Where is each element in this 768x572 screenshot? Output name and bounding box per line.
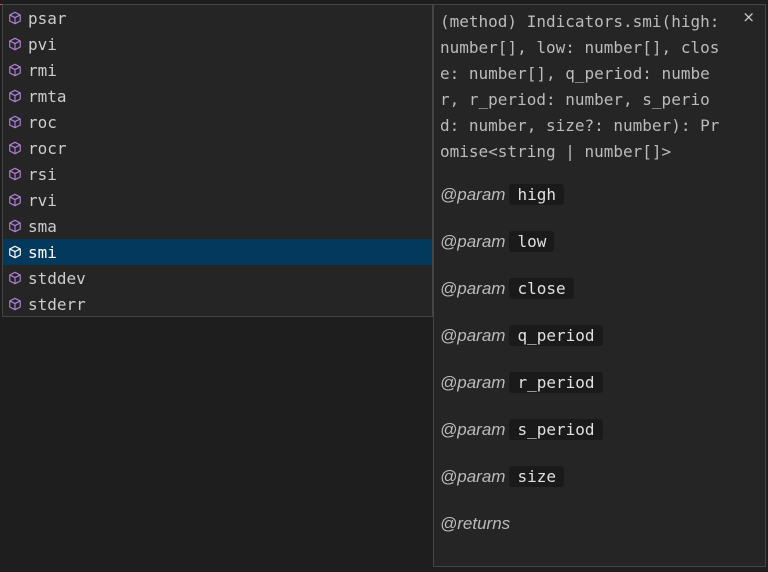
param-entry: @param s_period — [440, 406, 759, 453]
method-cube-icon — [7, 10, 23, 26]
param-name: s_period — [509, 419, 603, 440]
param-entry: @param size — [440, 453, 759, 500]
suggestion-list[interactable]: psar pvi rmi rmta roc rocr rsi rvi sma smi stddev s… — [2, 4, 433, 317]
method-cube-icon — [7, 114, 23, 130]
suggestion-details-panel: (method) Indicators.smi(high: number[], … — [433, 4, 766, 567]
suggestion-item[interactable]: rvi — [3, 187, 432, 213]
param-tag: @param — [440, 184, 506, 204]
suggestion-label: rmta — [28, 86, 67, 106]
param-entry: @param r_period — [440, 359, 759, 406]
suggestion-item[interactable]: smi — [3, 239, 432, 265]
returns-entry: @returns — [440, 500, 759, 547]
suggestion-item[interactable]: roc — [3, 109, 432, 135]
method-cube-icon — [7, 36, 23, 52]
param-entry: @param close — [440, 265, 759, 312]
method-cube-icon — [7, 244, 23, 260]
suggestion-label: stderr — [28, 294, 86, 314]
suggestion-item[interactable]: rocr — [3, 135, 432, 161]
suggestion-label: rocr — [28, 138, 67, 158]
suggestion-item[interactable]: rmta — [3, 83, 432, 109]
close-details-button[interactable]: × — [742, 8, 755, 26]
suggestion-item[interactable]: rmi — [3, 57, 432, 83]
method-cube-icon — [7, 192, 23, 208]
param-tag: @param — [440, 419, 506, 439]
param-name: close — [509, 278, 574, 299]
param-name: high — [509, 184, 564, 205]
param-entry: @param high — [440, 171, 759, 218]
suggestion-item[interactable]: psar — [3, 5, 432, 31]
method-cube-icon — [7, 218, 23, 234]
method-cube-icon — [7, 296, 23, 312]
method-cube-icon — [7, 88, 23, 104]
returns-tag: @returns — [440, 513, 511, 533]
method-cube-icon — [7, 270, 23, 286]
suggestion-item[interactable]: rsi — [3, 161, 432, 187]
suggestion-item[interactable]: stddev — [3, 265, 432, 291]
suggestion-label: pvi — [28, 34, 57, 54]
param-name: size — [509, 466, 564, 487]
param-list: @param high @param low @param close @param q_pe… — [434, 171, 765, 547]
suggestion-label: rmi — [28, 60, 57, 80]
suggestion-label: sma — [28, 216, 57, 236]
param-name: r_period — [509, 372, 603, 393]
suggestion-label: smi — [28, 242, 57, 262]
suggestion-label: rsi — [28, 164, 57, 184]
suggestion-item[interactable]: pvi — [3, 31, 432, 57]
param-tag: @param — [440, 325, 506, 345]
suggestion-label: rvi — [28, 190, 57, 210]
suggestion-label: psar — [28, 8, 67, 28]
param-name: low — [509, 231, 555, 252]
method-cube-icon — [7, 62, 23, 78]
suggestion-label: stddev — [28, 268, 86, 288]
suggestion-item[interactable]: sma — [3, 213, 432, 239]
param-entry: @param low — [440, 218, 759, 265]
method-signature: (method) Indicators.smi(high: number[], … — [440, 12, 729, 161]
method-cube-icon — [7, 140, 23, 156]
param-tag: @param — [440, 372, 506, 392]
param-tag: @param — [440, 278, 506, 298]
suggestion-item[interactable]: stderr — [3, 291, 432, 317]
param-tag: @param — [440, 466, 506, 486]
param-entry: @param q_period — [440, 312, 759, 359]
param-tag: @param — [440, 231, 506, 251]
suggestion-label: roc — [28, 112, 57, 132]
method-cube-icon — [7, 166, 23, 182]
param-name: q_period — [509, 325, 603, 346]
